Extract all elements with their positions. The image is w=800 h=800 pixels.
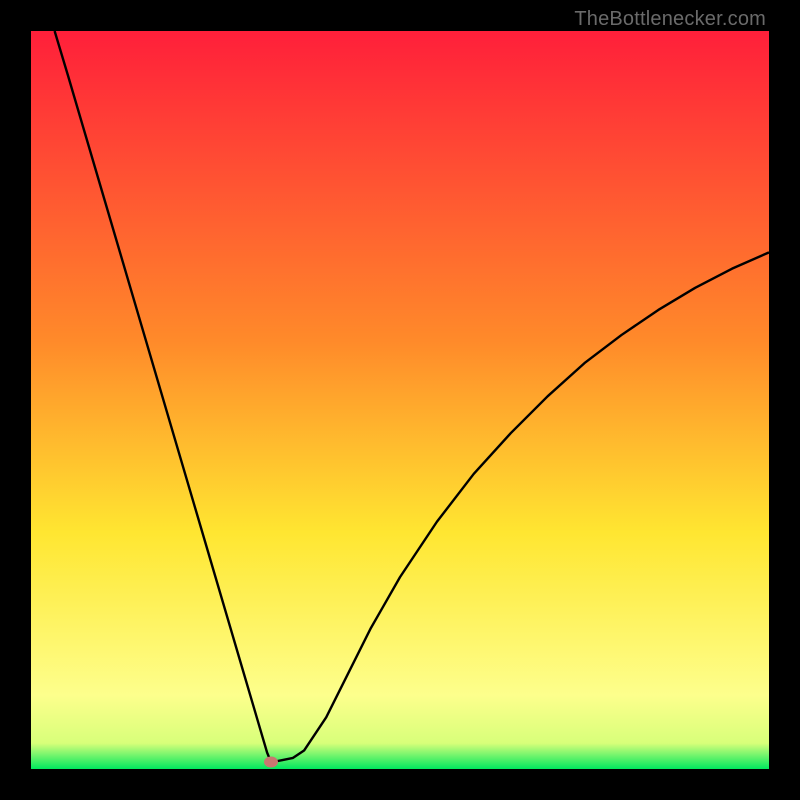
chart-container: TheBottlenecker.com (0, 0, 800, 800)
optimum-marker (264, 756, 278, 767)
watermark-text: TheBottlenecker.com (574, 8, 766, 31)
bottleneck-curve (31, 31, 769, 769)
plot-area (31, 31, 769, 769)
